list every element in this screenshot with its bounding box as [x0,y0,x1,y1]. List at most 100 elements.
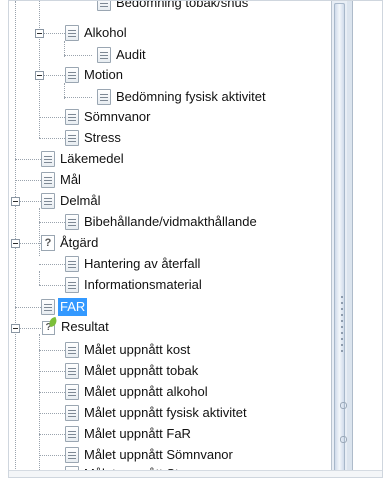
document-icon [41,151,55,167]
tree-item-atgard[interactable]: ? Åtgärd [41,233,98,253]
tree-item-label: Målet uppnått kost [84,342,191,357]
document-icon [65,67,79,83]
tree-item-label-selected: FAR [58,298,88,316]
vertical-scrollbar[interactable] [331,1,347,477]
tree-item-alkohol[interactable]: Alkohol [65,23,127,43]
tree-guide-branch [39,371,67,372]
tree-item-label: Åtgärd [60,235,99,250]
document-icon [65,342,79,358]
document-icon [65,384,79,400]
collapse-icon[interactable] [35,29,44,38]
tree-item-far[interactable]: FAR [41,297,88,317]
document-icon [65,214,79,230]
scrollbar-thumb[interactable] [334,3,347,475]
leaf-icon [47,316,59,328]
document-icon [65,447,79,463]
tree-item-label: Sömnvanor [84,109,151,124]
document-icon [65,25,79,41]
tree-item-motion[interactable]: Motion [65,65,123,85]
tree-item-lakemedel[interactable]: Läkemedel [41,149,124,169]
tree-guide-branch [64,55,92,56]
tree-item-label: Delmål [60,193,101,208]
tree-guide-branch [39,455,67,456]
tree-item-stress[interactable]: Stress [65,128,121,148]
tree-item-resultat[interactable]: ? Resultat [41,316,109,337]
tree-item-bedomning-tobak[interactable]: Bedömning tobak/snus [97,1,248,13]
tree-guide-branch [64,97,92,98]
tree-guide-branch [39,392,67,393]
tree-guide-branch [39,117,67,118]
tree-item-informationsmaterial[interactable]: Informationsmaterial [65,275,202,295]
collapse-icon[interactable] [11,197,20,206]
tree-guide-branch [15,159,43,160]
tree-item-malet-fysisk[interactable]: Målet uppnått fysisk aktivitet [65,403,247,423]
tree-item-somnvanor[interactable]: Sömnvanor [65,107,150,127]
tree-item-label: Bibehållande/vidmakthållande [84,214,257,229]
document-icon [97,47,111,63]
document-icon [65,109,79,125]
tree-guide-root [15,1,16,471]
tree-item-label: Mål [60,172,81,187]
tree-panel: Bedömning tobak/snus Alkohol Audit Motio… [8,0,383,478]
tree-item-bedomning-fysisk[interactable]: Bedömning fysisk aktivitet [97,87,266,107]
document-icon [65,426,79,442]
tree-item-label: Bedömning fysisk aktivitet [116,89,266,104]
tree-item-malet-kost[interactable]: Målet uppnått kost [65,340,190,360]
tree-guide-branch [39,413,67,414]
question-document-icon: ? [41,235,55,251]
tree-item-label: Målet uppnått alkohol [84,384,208,399]
tree-item-label: Motion [84,67,124,82]
right-panel [353,1,382,477]
tree-guide-branch [15,180,43,181]
tree-item-delmal[interactable]: Delmål [41,191,100,211]
tree-item-label: Hantering av återfall [84,256,201,271]
tree-item-label: Målet uppnått tobak [84,363,199,378]
scroll-marker-icon [340,436,347,443]
tree-item-label: Målet uppnått fysisk aktivitet [84,405,247,420]
document-icon [41,193,55,209]
tree-item-label: Resultat [61,319,109,334]
result-icon: ? [41,316,59,336]
tree-item-bibehallande[interactable]: Bibehållande/vidmakthållande [65,212,257,232]
tree-guide-branch [39,138,67,139]
panel-bottom-edge [9,470,382,477]
tree-guide-level1 [39,334,40,474]
collapse-icon[interactable] [11,324,20,333]
document-icon [41,172,55,188]
tree-item-malet-somnvanor[interactable]: Målet uppnått Sömnvanor [65,445,233,465]
tree-item-label: Målet uppnått FaR [84,426,191,441]
outline-tree: Bedömning tobak/snus Alkohol Audit Motio… [9,1,331,477]
tree-item-mal[interactable]: Mål [41,170,81,190]
scroll-marker-icon [340,402,347,409]
tree-item-label: Målet uppnått Sömnvanor [84,447,233,462]
tree-item-hantering[interactable]: Hantering av återfall [65,254,200,274]
document-icon [65,130,79,146]
tree-guide-branch [39,264,67,265]
tree-guide-branch [39,285,67,286]
tree-guide-branch [39,434,67,435]
collapse-icon[interactable] [11,239,20,248]
tree-item-malet-tobak[interactable]: Målet uppnått tobak [65,361,198,381]
tree-guide-branch [39,350,67,351]
document-icon [97,89,111,105]
tree-item-malet-alkohol[interactable]: Målet uppnått alkohol [65,382,208,402]
tree-item-label: Läkemedel [60,151,124,166]
tree-item-label: Stress [84,130,121,145]
document-icon [65,405,79,421]
document-icon [65,256,79,272]
tree-item-audit[interactable]: Audit [97,45,146,65]
tree-item-label: Informationsmaterial [84,277,202,292]
document-icon [65,277,79,293]
tree-guide-level1 [39,271,40,285]
tree-item-label: Alkohol [84,25,127,40]
tree-guide-branch [15,307,43,308]
tree-item-malet-far[interactable]: Målet uppnått FaR [65,424,191,444]
document-icon [97,1,111,11]
tree-guide-branch [39,222,67,223]
document-icon [65,363,79,379]
tree-item-label: Audit [116,47,146,62]
collapse-icon[interactable] [35,71,44,80]
scrollbar-grip-icon [340,294,344,354]
document-icon [41,299,55,315]
tree-guide-level1 [39,208,40,256]
